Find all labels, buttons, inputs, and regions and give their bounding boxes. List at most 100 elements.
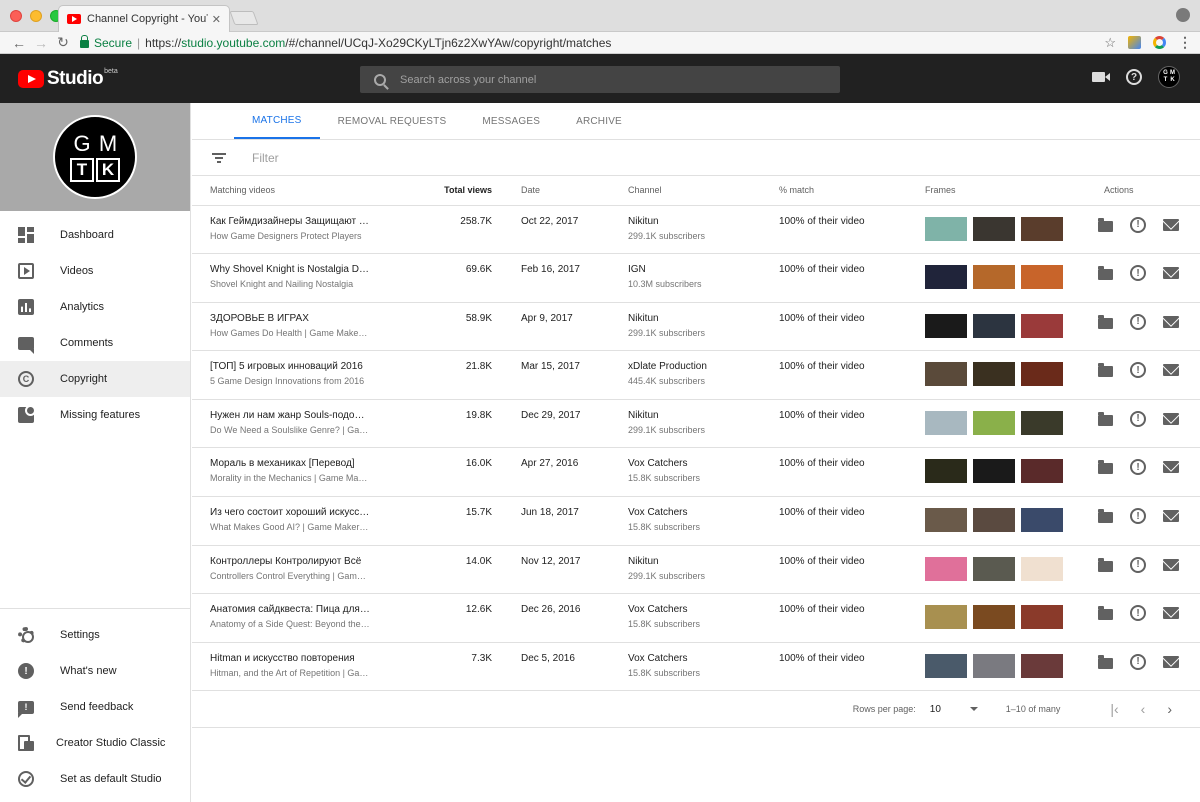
frame-thumbnail[interactable] <box>973 362 1015 387</box>
video-title[interactable]: Анатомия сайдквеста: Пица для Ведьмака <box>210 604 370 615</box>
table-row[interactable]: Контроллеры Контролируют Всё Controllers … <box>192 545 1200 595</box>
channel-name[interactable]: Nikitun <box>628 313 779 324</box>
frame-thumbnail[interactable] <box>973 605 1015 630</box>
request-removal-icon[interactable]: ! <box>1130 410 1146 427</box>
send-message-icon[interactable] <box>1163 607 1179 620</box>
video-title[interactable]: Как Геймдизайнеры Защищают Игроков <box>210 216 370 227</box>
rows-per-page-select[interactable]: 10 <box>930 704 978 715</box>
sidebar-item-send-feedback[interactable]: ! Send feedback <box>0 689 191 725</box>
send-message-icon[interactable] <box>1163 412 1179 425</box>
frame-thumbnail[interactable] <box>1021 605 1063 630</box>
frame-thumbnail[interactable] <box>925 362 967 387</box>
sidebar-item-whats-new[interactable]: ! What's new <box>0 653 191 689</box>
table-row[interactable]: Анатомия сайдквеста: Пица для Ведьмака An… <box>192 593 1200 643</box>
frame-thumbnail[interactable] <box>973 313 1015 338</box>
account-avatar[interactable]: G M T K <box>1158 66 1180 88</box>
next-page-icon[interactable]: › <box>1167 701 1172 717</box>
extension-icon[interactable] <box>1128 36 1141 49</box>
sidebar-item-analytics[interactable]: Analytics <box>0 289 190 325</box>
tab-archive[interactable]: ARCHIVE <box>558 103 640 139</box>
video-title[interactable]: Мораль в механиках [Перевод] <box>210 458 370 469</box>
send-message-icon[interactable] <box>1163 461 1179 474</box>
request-removal-icon[interactable]: ! <box>1130 216 1146 233</box>
frame-thumbnail[interactable] <box>973 216 1015 241</box>
browser-menu-icon[interactable]: ⋮ <box>1178 34 1192 51</box>
channel-name[interactable]: IGN <box>628 264 779 275</box>
send-message-icon[interactable] <box>1163 655 1179 668</box>
table-row[interactable]: [ТОП] 5 игровых инноваций 2016 5 Game Des… <box>192 350 1200 400</box>
send-message-icon[interactable] <box>1163 315 1179 328</box>
reload-icon[interactable]: ↻ <box>52 34 74 51</box>
studio-logo[interactable]: Studio beta <box>18 68 118 90</box>
channel-name[interactable]: Vox Catchers <box>628 653 779 664</box>
new-tab-button[interactable] <box>229 11 259 25</box>
frame-thumbnail[interactable] <box>925 605 967 630</box>
archive-folder-icon[interactable] <box>1098 411 1113 426</box>
video-title[interactable]: Из чего состоит хороший искусственный ин… <box>210 507 370 518</box>
frame-thumbnail[interactable] <box>973 508 1015 533</box>
frame-thumbnail[interactable] <box>973 556 1015 581</box>
channel-name[interactable]: Nikitun <box>628 556 779 567</box>
close-tab-icon[interactable]: ✕ <box>212 13 221 26</box>
send-message-icon[interactable] <box>1163 218 1179 231</box>
tab-messages[interactable]: MESSAGES <box>464 103 558 139</box>
channel-name[interactable]: Vox Catchers <box>628 507 779 518</box>
table-row[interactable]: Hitman и искусство повторения Hitman, and… <box>192 642 1200 692</box>
minimize-window-button[interactable] <box>30 10 42 22</box>
archive-folder-icon[interactable] <box>1098 509 1113 524</box>
frame-thumbnail[interactable] <box>973 653 1015 678</box>
column-header-views[interactable]: Total views <box>402 176 510 206</box>
sidebar-item-copyright[interactable]: C Copyright <box>0 361 190 397</box>
table-row[interactable]: Мораль в механиках [Перевод] Morality in … <box>192 447 1200 498</box>
request-removal-icon[interactable]: ! <box>1130 508 1146 525</box>
video-title[interactable]: Hitman и искусство повторения <box>210 653 370 664</box>
filter-icon[interactable] <box>212 152 226 163</box>
help-icon[interactable]: ? <box>1126 69 1142 85</box>
tab-matches[interactable]: MATCHES <box>234 103 320 139</box>
request-removal-icon[interactable]: ! <box>1130 459 1146 476</box>
table-row[interactable]: Из чего состоит хороший искусственный ин… <box>192 496 1200 546</box>
channel-name[interactable]: xDlate Production <box>628 361 779 372</box>
channel-name[interactable]: Nikitun <box>628 216 779 227</box>
table-row[interactable]: Нужен ли нам жанр Souls-подобных игр? Do … <box>192 399 1200 449</box>
chrome-extension-icon[interactable] <box>1153 36 1166 49</box>
frame-thumbnail[interactable] <box>1021 313 1063 338</box>
sidebar-item-creator-studio-classic[interactable]: Creator Studio Classic <box>0 725 191 761</box>
frame-thumbnail[interactable] <box>1021 653 1063 678</box>
send-message-icon[interactable] <box>1163 558 1179 571</box>
video-title[interactable]: ЗДОРОВЬЕ В ИГРАХ <box>210 313 370 324</box>
frame-thumbnail[interactable] <box>1021 362 1063 387</box>
archive-folder-icon[interactable] <box>1098 654 1113 669</box>
column-header-date[interactable]: Date <box>510 176 618 206</box>
sidebar-item-set-default[interactable]: Set as default Studio <box>0 761 191 797</box>
frame-thumbnail[interactable] <box>973 265 1015 290</box>
sidebar-item-settings[interactable]: Settings <box>0 617 191 653</box>
channel-name[interactable]: Vox Catchers <box>628 458 779 469</box>
sidebar-item-dashboard[interactable]: Dashboard <box>0 217 190 253</box>
frame-thumbnail[interactable] <box>1021 508 1063 533</box>
browser-profile-icon[interactable] <box>1176 8 1190 22</box>
filter-input[interactable] <box>252 150 552 165</box>
video-title[interactable]: Нужен ли нам жанр Souls-подобных игр? <box>210 410 370 421</box>
frame-thumbnail[interactable] <box>1021 265 1063 290</box>
close-window-button[interactable] <box>10 10 22 22</box>
column-header-match[interactable]: % match <box>779 176 925 206</box>
archive-folder-icon[interactable] <box>1098 460 1113 475</box>
frame-thumbnail[interactable] <box>925 508 967 533</box>
forward-arrow-icon[interactable]: → <box>30 35 52 51</box>
frame-thumbnail[interactable] <box>925 265 967 290</box>
archive-folder-icon[interactable] <box>1098 363 1113 378</box>
request-removal-icon[interactable]: ! <box>1130 653 1146 670</box>
table-row[interactable]: ЗДОРОВЬЕ В ИГРАХ How Games Do Health | Ga… <box>192 302 1200 352</box>
frame-thumbnail[interactable] <box>973 410 1015 435</box>
search-input[interactable] <box>400 73 800 86</box>
bookmark-star-icon[interactable]: ☆ <box>1104 35 1116 51</box>
frame-thumbnail[interactable] <box>973 459 1015 484</box>
table-row[interactable]: Why Shovel Knight is Nostalgia Done Righ… <box>192 253 1200 303</box>
frame-thumbnail[interactable] <box>1021 459 1063 484</box>
video-title[interactable]: Why Shovel Knight is Nostalgia Done Righ… <box>210 264 370 275</box>
browser-tab[interactable]: Channel Copyright - YouTube Studio ✕ <box>58 5 230 32</box>
frame-thumbnail[interactable] <box>925 216 967 241</box>
sidebar-item-missing-features[interactable]: Missing features <box>0 397 190 433</box>
channel-avatar[interactable]: G M T K <box>53 115 137 199</box>
